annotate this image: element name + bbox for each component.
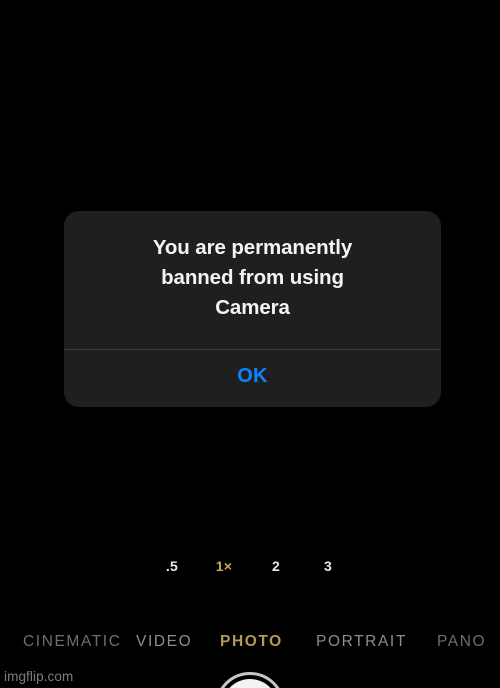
alert-title-text: You are permanently banned from using Ca… xyxy=(152,236,353,319)
camera-app-screen: You are permanently banned from using Ca… xyxy=(0,0,500,688)
permanently-banned-alert-dialog: You are permanently banned from using Ca… xyxy=(64,211,441,407)
mode-tab-video[interactable]: VIDEO xyxy=(136,633,192,651)
zoom-option-3x[interactable]: 3 xyxy=(302,558,354,574)
zoom-level-selector: .5 1× 2 3 xyxy=(0,554,500,578)
zoom-option-point-five[interactable]: .5 xyxy=(146,558,198,574)
mode-tab-photo[interactable]: PHOTO xyxy=(220,633,283,651)
alert-ok-button[interactable]: OK xyxy=(64,350,441,407)
camera-mode-selector: CINEMATIC VIDEO PHOTO PORTRAIT PANO xyxy=(0,629,500,655)
mode-tab-cinematic[interactable]: CINEMATIC xyxy=(23,633,122,651)
imgflip-watermark: imgflip.com xyxy=(4,669,74,684)
zoom-option-1x[interactable]: 1× xyxy=(198,558,250,574)
mode-tab-portrait[interactable]: PORTRAIT xyxy=(316,633,407,651)
shutter-button-inner xyxy=(222,679,278,688)
zoom-option-2x[interactable]: 2 xyxy=(250,558,302,574)
mode-tab-pano[interactable]: PANO xyxy=(437,633,486,651)
alert-ok-label: OK xyxy=(237,365,268,387)
alert-body: You are permanently banned from using Ca… xyxy=(64,211,441,349)
